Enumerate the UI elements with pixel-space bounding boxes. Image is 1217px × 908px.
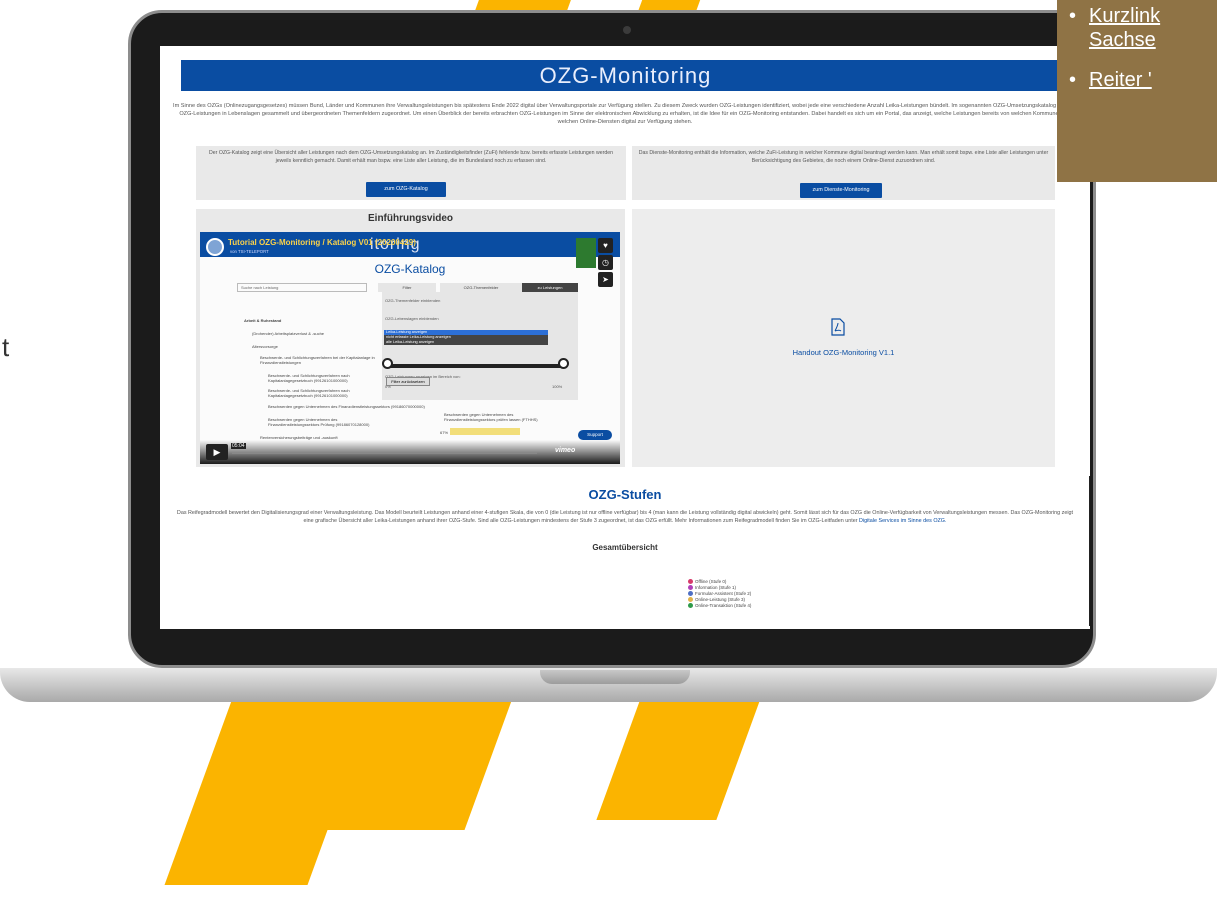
leistung-dropdown[interactable]: Leika-Leistung anzeigen nicht erfasste L… — [384, 330, 548, 345]
tree-item[interactable]: Beschwerde- und Schlichtungsverfahren be… — [260, 355, 386, 365]
tree-item[interactable]: Arbeit & Ruhestand — [244, 318, 281, 323]
slide-note-box: KurzlinkSachse Reiter ' — [1057, 0, 1217, 182]
tree-item[interactable]: Beschwerde- und Schlichtungsverfahren na… — [268, 388, 386, 398]
themenfelder-button[interactable]: OZG-Themenfelder — [440, 283, 522, 292]
dropdown-option[interactable]: alle Leika-Leistung anzeigen — [384, 340, 548, 345]
pdf-icon[interactable] — [830, 318, 846, 336]
legend-dot — [688, 585, 693, 591]
dienste-monitoring-text: Das Dienste-Monitoring enthält die Infor… — [638, 150, 1049, 164]
handout-box — [632, 209, 1055, 467]
tree-item[interactable]: Altersvorsorge — [252, 344, 278, 349]
tree-item[interactable]: Beschwerde- und Schlichtungsverfahren na… — [268, 373, 386, 383]
note-link[interactable]: Reiter ' — [1089, 69, 1152, 91]
legend-item[interactable]: Online-Transaktion (Stufe 4) — [688, 603, 751, 609]
video-byline[interactable]: von TSI-TELEPORT — [230, 249, 269, 254]
chart-legend: Offline (Stufe 0) Information (Stufe 1) … — [688, 579, 751, 609]
zum-ozg-katalog-button[interactable]: zum OZG-Katalog — [366, 182, 446, 197]
ozg-katalog-text: Der OZG-Katalog zeigt eine Übersicht all… — [209, 150, 613, 164]
slider-handle[interactable] — [558, 358, 569, 369]
reset-filter-button[interactable]: Filter zurücksetzen — [386, 377, 430, 386]
legend-dot — [688, 603, 693, 609]
handout-link[interactable]: Handout OZG-Monitoring V1.1 — [632, 348, 1055, 357]
note-item: KurzlinkSachse — [1069, 4, 1217, 52]
stufen-link[interactable]: Digitale Services im Sinne des OZG. — [859, 518, 946, 524]
tree-item[interactable]: Beschwerden gegen Unternehmen des Finanz… — [268, 417, 378, 427]
stufen-title: OZG-Stufen — [588, 487, 662, 502]
legend-dot — [688, 591, 693, 597]
play-icon[interactable]: ▶ — [206, 444, 228, 460]
legend-label: Offline (Stufe 0) — [695, 579, 727, 584]
panel-line: OZG-Lebenslagen einblenden — [385, 316, 439, 321]
video-player[interactable]: itoring Tutorial OZG-Monitoring / Katalo… — [200, 232, 620, 464]
legend-label: Online-Transaktion (Stufe 4) — [695, 603, 752, 608]
gesamt-title: Gesamtübersicht — [592, 543, 658, 552]
filter-button[interactable]: Filter — [378, 283, 436, 292]
range-slider[interactable] — [386, 364, 564, 368]
zum-dienste-monitoring-button[interactable]: zum Dienste-Monitoring — [800, 183, 882, 198]
yellow-stripe — [596, 690, 764, 820]
legend-dot — [688, 597, 693, 603]
heart-icon[interactable]: ♥ — [598, 238, 613, 253]
slider-max: 100% — [552, 384, 563, 389]
note-item: Reiter ' — [1069, 68, 1217, 92]
video-title[interactable]: Tutorial OZG-Monitoring / Katalog V01 (2… — [228, 238, 416, 247]
legend-label: Formular-Assistent (Stufe 2) — [695, 591, 752, 596]
leistungen-button[interactable]: zu Leistungen — [522, 283, 578, 292]
progress-fill — [450, 428, 520, 435]
vimeo-logo[interactable]: vimeo — [555, 447, 575, 454]
presentation-slide: t OZG-Monitoring Im Sinne des OZGs (Onli… — [0, 0, 1217, 908]
percent-label: 67% — [440, 430, 449, 435]
legend-dot — [688, 579, 693, 585]
divider — [1089, 476, 1090, 626]
tree-item[interactable]: Beschwerden gegen Unternehmen des Finanz… — [268, 404, 458, 409]
panel-line: OZG-Themenfelder einblenden — [385, 298, 441, 303]
page-header: OZG-Monitoring — [181, 60, 1070, 91]
legend-label: Online-Leistung (Stufe 3) — [695, 597, 746, 602]
note-link[interactable]: Kurzlink — [1089, 5, 1160, 27]
katalog-title: OZG-Katalog — [374, 262, 446, 276]
tree-item[interactable]: (Drohender) Arbeitsplatzverlust & -suche — [252, 331, 324, 336]
intro-text: Im Sinne des OZGs (Onlinezugangsgesetzes… — [173, 103, 1077, 125]
stufen-text: Das Reifegradmodell bewertet den Digital… — [172, 509, 1078, 525]
note-link[interactable]: Sachse — [1089, 29, 1156, 51]
search-input[interactable]: Suche nach Leistung — [237, 283, 367, 292]
tree-note: Beschwerden gegen Unternehmen des Finanz… — [444, 412, 538, 422]
legend-label: Information (Stufe 1) — [695, 585, 737, 590]
video-time: 05:04 — [231, 443, 246, 449]
avatar[interactable] — [206, 238, 224, 256]
support-button[interactable]: Support — [578, 430, 612, 440]
cropped-slide-text: t — [2, 332, 10, 362]
video-progress[interactable] — [232, 452, 537, 454]
laptop-notch — [540, 670, 690, 684]
video-section-title: Einführungsvideo — [368, 213, 453, 224]
laptop-camera — [623, 26, 631, 34]
laptop-screen: OZG-Monitoring Im Sinne des OZGs (Online… — [160, 46, 1090, 629]
